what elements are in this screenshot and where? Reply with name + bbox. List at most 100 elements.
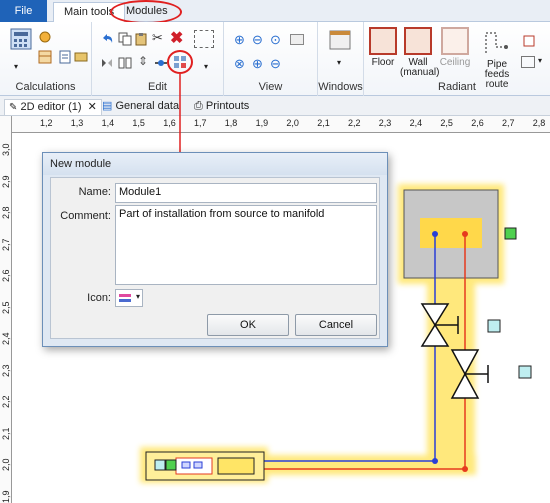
ceiling-button[interactable]: Ceiling bbox=[438, 27, 472, 68]
annotation-ellipse-modules bbox=[110, 0, 182, 24]
name-field[interactable]: Module1 bbox=[115, 183, 377, 203]
delete-icon[interactable]: ✖ bbox=[170, 28, 184, 47]
group-label-edit: Edit bbox=[148, 81, 167, 93]
group-label-calculations: Calculations bbox=[15, 81, 76, 93]
ruler-tick-label: 2,3 bbox=[378, 118, 392, 128]
ruler-tick-label: 1,9 bbox=[255, 118, 269, 128]
list-icon[interactable] bbox=[74, 50, 88, 64]
ruler-tick-label: 2,5 bbox=[1, 300, 11, 314]
ruler-tick-label: 2,7 bbox=[1, 237, 11, 251]
zoom-previous-icon[interactable]: ⊕ bbox=[252, 56, 266, 71]
ruler-tick-label: 2,1 bbox=[1, 426, 11, 440]
ruler-tick-label: 1,9 bbox=[1, 489, 11, 503]
distance-icon[interactable]: ⇕ bbox=[138, 54, 152, 68]
editor-tab-close-icon[interactable]: ✕ bbox=[88, 101, 97, 113]
ruler-tick-label: 1,7 bbox=[194, 118, 207, 128]
floor-button-label: Floor bbox=[371, 57, 395, 68]
wall-manual-button[interactable]: Wall (manual) bbox=[400, 27, 440, 78]
paste-icon[interactable] bbox=[134, 32, 148, 46]
ruler-tick-label: 2,1 bbox=[317, 118, 330, 128]
ruler-tick-label: 2,2 bbox=[348, 118, 361, 128]
group-radiant: Floor Wall (manual) Ceiling Pipe feeds r… bbox=[364, 22, 550, 96]
comment-label: Comment: bbox=[60, 210, 111, 222]
selection-box-icon[interactable] bbox=[194, 30, 214, 48]
printer-icon: ⎙ bbox=[194, 100, 203, 112]
calculation-settings-icon[interactable] bbox=[38, 30, 52, 44]
results-table-icon[interactable] bbox=[38, 50, 52, 64]
align-icon[interactable] bbox=[118, 56, 132, 70]
undo-icon[interactable] bbox=[100, 32, 114, 46]
ruler-tick-label: 2,8 bbox=[532, 118, 546, 128]
ruler-tick-label: 2,8 bbox=[1, 206, 11, 219]
calculator-icon[interactable] bbox=[10, 28, 32, 50]
ruler-tick-label: 1,5 bbox=[132, 118, 145, 128]
marker-cyan-valve-1[interactable] bbox=[487, 319, 501, 333]
group-label-windows: Windows bbox=[318, 81, 363, 93]
group-calculations: ▾ Calculations bbox=[0, 22, 92, 96]
new-module-dialog: New module Name: Module1 Comment: Part o… bbox=[42, 152, 388, 347]
connect-icon[interactable] bbox=[154, 56, 168, 70]
copy-icon[interactable] bbox=[118, 32, 132, 46]
tab-printouts[interactable]: ⎙ Printouts bbox=[190, 99, 253, 115]
ok-button[interactable]: OK bbox=[207, 314, 289, 336]
printouts-label: Printouts bbox=[205, 100, 250, 112]
annotation-ellipse-create-module bbox=[167, 50, 193, 74]
module-icon-preview bbox=[119, 294, 131, 302]
wall-button-sublabel: (manual) bbox=[400, 67, 440, 78]
radiant-layout-icon[interactable] bbox=[521, 56, 535, 68]
more-edit-dropdown-icon[interactable]: ▾ bbox=[204, 62, 218, 76]
windows-icon[interactable] bbox=[328, 28, 354, 54]
horizontal-ruler: 1,2 1,3 1,4 1,5 1,6 1,7 1,8 1,9 2,0 2,1 2,2 2,3 2,4 2… bbox=[12, 116, 550, 133]
wall-heating-icon bbox=[404, 27, 432, 55]
zoom-out-icon[interactable]: ⊖ bbox=[252, 32, 266, 47]
cancel-button[interactable]: Cancel bbox=[295, 314, 377, 336]
ruler-tick-label: 2,0 bbox=[286, 118, 299, 128]
tab-file[interactable]: File bbox=[0, 0, 47, 22]
radiant-dropdown-icon[interactable]: ▾ bbox=[538, 56, 550, 70]
floor-heating-icon bbox=[369, 27, 397, 55]
pipe-feeds-route-icon bbox=[485, 32, 508, 53]
return-node[interactable] bbox=[432, 458, 438, 464]
marker-green-manifold[interactable] bbox=[165, 459, 177, 471]
dialog-title: New module bbox=[43, 153, 387, 175]
zoom-in-icon[interactable]: ⊕ bbox=[234, 32, 248, 47]
ruler-tick-label: 2,6 bbox=[1, 269, 11, 282]
name-label: Name: bbox=[78, 186, 111, 198]
marker-green-source[interactable] bbox=[504, 227, 517, 240]
zoom-all-icon[interactable]: ⊖ bbox=[270, 56, 284, 71]
cut-icon[interactable]: ✂ bbox=[152, 30, 166, 45]
ruler-tick-label: 2,2 bbox=[1, 395, 11, 408]
comment-textarea[interactable]: Part of installation from source to mani… bbox=[115, 205, 377, 285]
windows-dropdown-icon[interactable]: ▾ bbox=[337, 58, 351, 72]
ruler-tick-label: 2,9 bbox=[1, 174, 11, 188]
floor-button[interactable]: Floor bbox=[368, 27, 398, 68]
heat-source[interactable] bbox=[403, 189, 499, 279]
dialog-body: Name: Module1 Comment: Part of installat… bbox=[50, 177, 380, 339]
ceiling-heating-icon bbox=[441, 27, 469, 55]
group-windows: ▾ Windows bbox=[318, 22, 364, 96]
report-icon[interactable] bbox=[58, 50, 72, 64]
group-view: ⊕ ⊖ ⊙ ⊗ ⊕ ⊖ View bbox=[224, 22, 318, 96]
dropdown-arrow-icon[interactable]: ▾ bbox=[14, 62, 28, 76]
annotation-arrow-top bbox=[179, 74, 181, 134]
supply-node[interactable] bbox=[462, 466, 468, 472]
ruler-tick-label: 1,4 bbox=[101, 118, 115, 128]
mirror-icon[interactable] bbox=[100, 56, 114, 70]
radiant-options-icon[interactable] bbox=[522, 34, 536, 48]
marker-cyan-valve-2[interactable] bbox=[518, 365, 532, 379]
marker-cyan-manifold[interactable] bbox=[154, 459, 166, 471]
general-data-icon: ▤ bbox=[102, 100, 113, 112]
ruler-tick-label: 1,3 bbox=[70, 118, 84, 128]
tab-general-data[interactable]: ▤ General data bbox=[98, 99, 183, 115]
view-options-icon[interactable] bbox=[290, 34, 304, 45]
group-label-radiant: Radiant bbox=[438, 81, 476, 93]
icon-picker[interactable]: ▾ bbox=[115, 289, 143, 307]
zoom-fit-icon[interactable]: ⊗ bbox=[234, 56, 248, 71]
vertical-ruler: 3,0 2,9 2,8 2,7 2,6 2,5 2,4 2,3 2,2 2,1 2,0 1,9 bbox=[0, 116, 12, 503]
ruler-tick-label: 1,8 bbox=[224, 118, 238, 128]
ruler-tick-label: 2,7 bbox=[502, 118, 515, 128]
zoom-window-icon[interactable]: ⊙ bbox=[270, 32, 284, 47]
ruler-tick-label: 2,5 bbox=[440, 118, 453, 128]
tab-2d-editor[interactable]: ✎ 2D editor (1) ✕ bbox=[4, 99, 102, 115]
ruler-tick-label: 2,3 bbox=[1, 363, 11, 377]
